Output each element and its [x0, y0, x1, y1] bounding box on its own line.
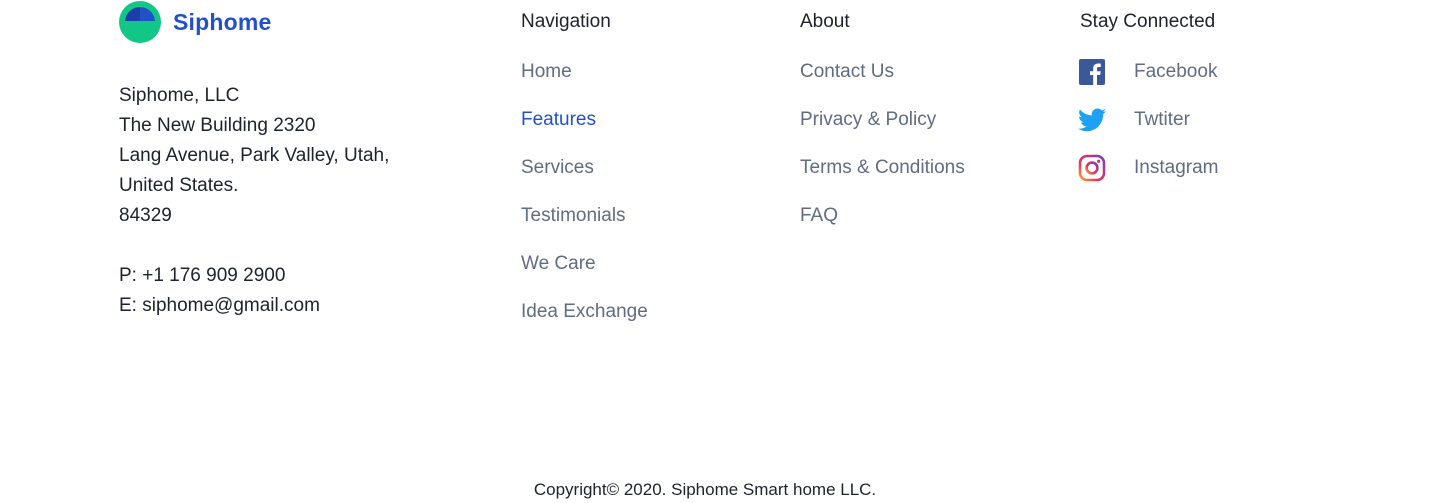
social-link-facebook[interactable]: Facebook: [1078, 58, 1218, 106]
social-link-instagram[interactable]: Instagram: [1078, 154, 1218, 202]
brand-name: Siphome: [173, 8, 272, 35]
social-item-instagram[interactable]: Instagram: [1078, 154, 1218, 182]
social-item-twitter[interactable]: Twtiter: [1078, 106, 1218, 134]
about-heading: About: [800, 11, 850, 32]
phone-number: P: +1 176 909 2900: [119, 265, 286, 286]
about-link-privacy-policy[interactable]: Privacy & Policy: [800, 106, 965, 154]
address-line: United States.: [119, 175, 239, 196]
social-heading: Stay Connected: [1080, 11, 1216, 32]
nav-link-testimonials[interactable]: Testimonials: [521, 202, 648, 250]
company-address: Siphome, LLC The New Building 2320 Lang …: [119, 81, 389, 321]
nav-link-services[interactable]: Services: [521, 154, 648, 202]
navigation-list: Home Features Services Testimonials We C…: [521, 58, 648, 346]
about-column: About Contact Us Privacy & Policy Terms …: [800, 8, 965, 250]
siphome-logo-icon: [119, 1, 161, 43]
social-list: Facebook Twtiter Instagram: [1078, 58, 1218, 202]
navigation-column: Navigation Home Features Services Testim…: [521, 8, 648, 346]
facebook-icon[interactable]: [1078, 58, 1106, 86]
about-list: Contact Us Privacy & Policy Terms & Cond…: [800, 58, 965, 250]
address-line: Siphome, LLC: [119, 85, 240, 106]
nav-link-idea-exchange[interactable]: Idea Exchange: [521, 298, 648, 346]
address-line: 84329: [119, 205, 172, 226]
social-label[interactable]: Instagram: [1134, 154, 1218, 182]
social-item-facebook[interactable]: Facebook: [1078, 58, 1218, 86]
twitter-icon[interactable]: [1078, 106, 1106, 134]
nav-link-we-care[interactable]: We Care: [521, 250, 648, 298]
nav-link-home[interactable]: Home: [521, 58, 648, 106]
social-label[interactable]: Facebook: [1134, 58, 1217, 86]
about-link-contact-us[interactable]: Contact Us: [800, 58, 965, 106]
instagram-icon[interactable]: [1078, 154, 1106, 182]
address-line: The New Building 2320: [119, 115, 316, 136]
address-line: Lang Avenue, Park Valley, Utah,: [119, 145, 390, 166]
brand[interactable]: Siphome: [119, 0, 272, 44]
navigation-heading: Navigation: [521, 11, 611, 32]
social-link-twitter[interactable]: Twtiter: [1078, 106, 1218, 154]
email-address[interactable]: E: siphome@gmail.com: [119, 291, 389, 321]
nav-link-features[interactable]: Features: [521, 106, 648, 154]
about-link-faq[interactable]: FAQ: [800, 202, 965, 250]
copyright-text: Copyright© 2020. Siphome Smart home LLC.: [533, 480, 877, 499]
social-label[interactable]: Twtiter: [1134, 106, 1190, 134]
social-column: Stay Connected Facebook Twtiter Instagra…: [1078, 8, 1218, 202]
about-link-terms-conditions[interactable]: Terms & Conditions: [800, 154, 965, 202]
